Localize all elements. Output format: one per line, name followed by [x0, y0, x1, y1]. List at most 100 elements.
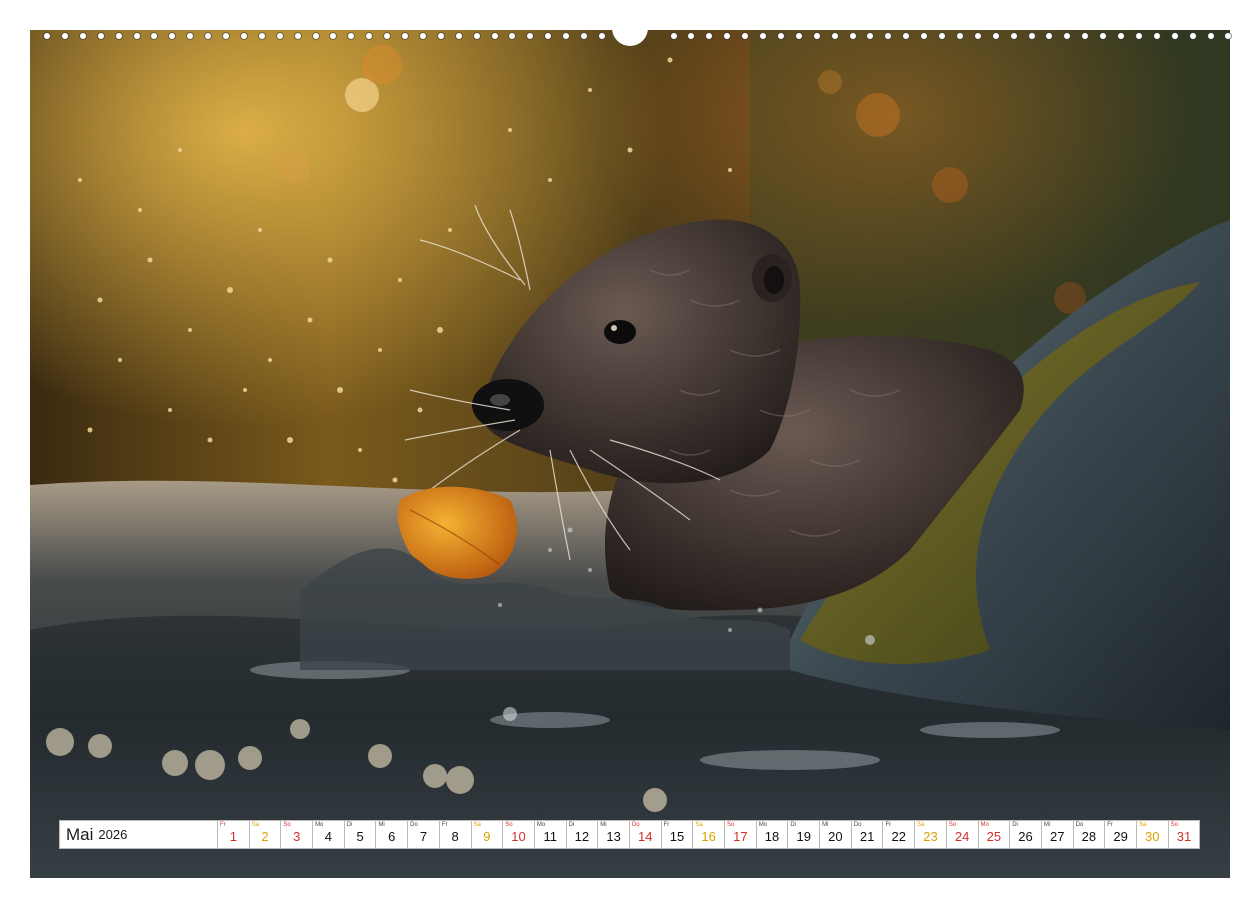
day-number: 12 — [574, 829, 590, 844]
binding-hole — [79, 33, 86, 39]
binding-hole — [169, 33, 176, 39]
binding-hole — [491, 33, 498, 39]
day-number: 1 — [229, 829, 237, 844]
weekday-label: Do — [853, 822, 862, 828]
day-number: 25 — [986, 829, 1002, 844]
weekday-label: Sa — [917, 822, 925, 828]
otter-photo — [30, 30, 1230, 878]
calendar-day: Sa 16 — [693, 820, 725, 849]
weekday-label: Mo — [315, 822, 324, 828]
day-number: 18 — [764, 829, 780, 844]
binding-hole — [921, 33, 928, 39]
day-number: 26 — [1018, 829, 1033, 844]
binding-hole — [1082, 33, 1089, 39]
binding-hole — [992, 33, 999, 39]
calendar-day: So 3 — [281, 820, 314, 849]
weekday-label: Sa — [695, 822, 703, 828]
calendar-day: Sa 23 — [915, 820, 947, 849]
binding-hole — [115, 33, 122, 39]
weekday-label: Fr — [885, 822, 892, 828]
day-number: 15 — [669, 829, 685, 844]
weekday-label: So — [727, 822, 735, 828]
binding-hole — [366, 33, 373, 39]
day-number: 20 — [828, 829, 843, 844]
weekday-label: Fr — [663, 822, 670, 828]
binding-hole — [527, 33, 534, 39]
day-number: 3 — [293, 829, 301, 844]
binding-hole — [44, 33, 50, 39]
binding-hole — [849, 33, 856, 39]
month-name: Mai — [66, 824, 94, 844]
binding-hole — [1207, 33, 1214, 39]
day-number: 23 — [923, 829, 938, 844]
day-number: 29 — [1113, 829, 1128, 844]
weekday-label: So — [505, 822, 513, 828]
day-number: 2 — [261, 829, 269, 844]
calendar-page: Mai 2026 Fr 1 Sa 2 So 3 Mo 4 Di 5 Mi 6 Do 7 Fr 8 Sa 9 So 10… — [0, 0, 1260, 908]
binding-hole — [1046, 33, 1053, 39]
binding-hole — [1064, 33, 1071, 39]
weekday-label: Di — [346, 822, 353, 828]
day-number: 21 — [859, 829, 875, 844]
weekday-label: Mo — [758, 822, 768, 828]
weekday-label: Mi — [1043, 822, 1051, 828]
day-number: 11 — [543, 829, 557, 844]
binding-hole — [455, 33, 462, 39]
calendar-day: Fr 8 — [439, 820, 472, 849]
month-year: 2026 — [98, 827, 128, 842]
calendar-day: Do 21 — [851, 820, 884, 849]
day-number: 16 — [701, 829, 716, 844]
binding-hole — [1010, 33, 1017, 39]
calendar-day: Mo 18 — [756, 820, 789, 849]
month-label: Mai 2026 — [59, 820, 218, 849]
binding-hole — [885, 33, 892, 39]
weekday-label: Do — [1075, 822, 1084, 828]
weekday-label: Di — [790, 822, 797, 828]
calendar-day: Fr 1 — [218, 820, 250, 849]
binding-hole — [258, 33, 265, 39]
calendar-day: Di 12 — [566, 820, 599, 849]
binding-hole — [223, 33, 229, 39]
calendar-day: Di 19 — [788, 820, 821, 849]
weekday-label: Mi — [822, 822, 829, 828]
calendar-day: So 24 — [946, 820, 979, 849]
binding-hole — [348, 33, 355, 39]
calendar-day: So 17 — [725, 820, 757, 849]
weekday-label: Mi — [600, 822, 607, 828]
binding-hole — [1225, 33, 1232, 39]
weekday-label: Mo — [536, 822, 546, 828]
weekday-label: Fr — [441, 822, 448, 828]
binding-hole — [1153, 33, 1160, 39]
weekday-label: Mi — [378, 822, 385, 828]
binding-hole — [419, 33, 426, 39]
day-number: 30 — [1145, 829, 1160, 844]
weekday-label: Fr — [220, 822, 226, 828]
weekday-label: So — [1170, 822, 1178, 828]
calendar-day: Sa 30 — [1136, 820, 1169, 849]
weekday-label: So — [283, 822, 291, 828]
binding-hole — [509, 33, 516, 39]
binding-hole — [240, 33, 247, 39]
day-number: 6 — [388, 829, 396, 844]
day-number: 24 — [954, 829, 970, 844]
binding-hole — [1171, 33, 1178, 39]
weekday-label: Sa — [473, 822, 481, 828]
day-number: 8 — [451, 829, 459, 844]
calendar-day: Do 28 — [1073, 820, 1106, 849]
calendar-day: Mi 13 — [598, 820, 630, 849]
binding-hole — [581, 33, 587, 39]
weekday-label: Di — [1012, 822, 1018, 828]
calendar-strip: Mai 2026 Fr 1 Sa 2 So 3 Mo 4 Di 5 Mi 6 Do 7 Fr 8 Sa 9 So 10… — [59, 820, 1201, 849]
binding-hole — [831, 33, 838, 39]
binding-hole — [598, 33, 605, 39]
calendar-day: Mo 25 — [978, 820, 1011, 849]
binding-hole — [795, 33, 802, 39]
calendar-day: Fr 15 — [661, 820, 694, 849]
binding-hole — [151, 33, 158, 39]
calendar-day: Mi 27 — [1041, 820, 1074, 849]
calendar-day: So 31 — [1168, 820, 1201, 849]
binding-hole — [563, 33, 570, 39]
binding-hole — [402, 33, 408, 39]
binding-hole — [312, 33, 319, 39]
calendar-day: Fr 22 — [883, 820, 916, 849]
